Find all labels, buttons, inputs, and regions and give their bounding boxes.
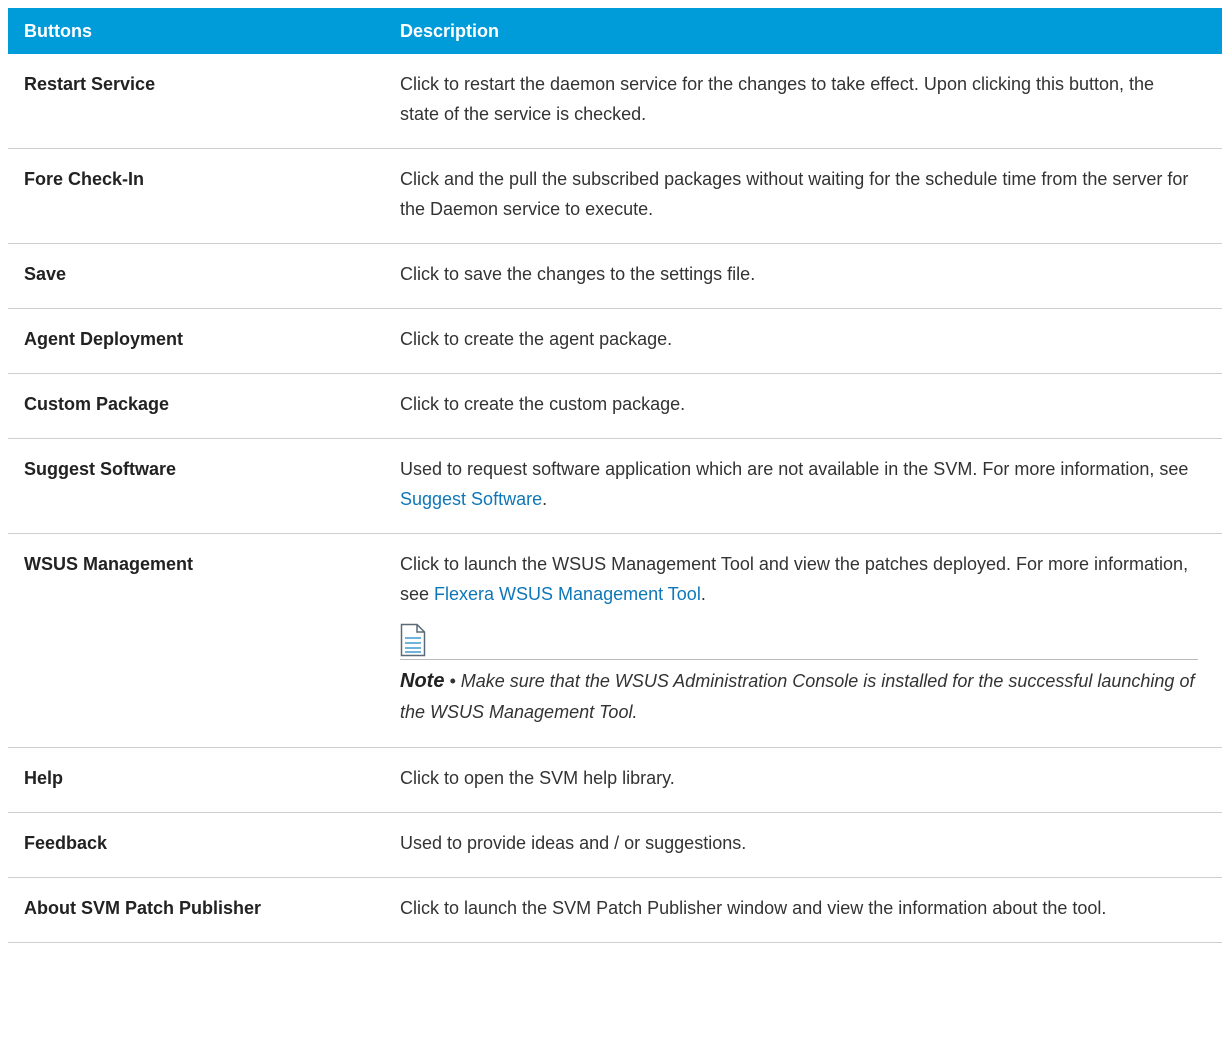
button-name-wsus-management: WSUS Management	[8, 533, 388, 748]
description-custom-package: Click to create the custom package.	[388, 373, 1222, 439]
description-feedback: Used to provide ideas and / or suggestio…	[388, 812, 1222, 878]
button-name-suggest-software: Suggest Software	[8, 438, 388, 534]
table-row: WSUS Management Click to launch the WSUS…	[8, 533, 1222, 748]
note-label: Note	[400, 670, 445, 692]
description-agent-deployment: Click to create the agent package.	[388, 308, 1222, 374]
description-suggest-software: Used to request software application whi…	[388, 438, 1222, 534]
table-header-row: Buttons Description	[8, 8, 1222, 54]
button-name-feedback: Feedback	[8, 812, 388, 878]
description-restart-service: Click to restart the daemon service for …	[388, 54, 1222, 149]
button-name-about-svm-patch-publisher: About SVM Patch Publisher	[8, 877, 388, 943]
description-text: Used to request software application whi…	[400, 459, 1189, 479]
header-buttons: Buttons	[8, 8, 388, 54]
table-row: Restart Service Click to restart the dae…	[8, 54, 1222, 149]
description-wsus-management: Click to launch the WSUS Management Tool…	[388, 533, 1222, 748]
note-body: Make sure that the WSUS Administration C…	[400, 671, 1195, 722]
button-name-custom-package: Custom Package	[8, 373, 388, 439]
button-name-help: Help	[8, 747, 388, 813]
flexera-wsus-management-tool-link[interactable]: Flexera WSUS Management Tool	[434, 584, 701, 604]
table-row: About SVM Patch Publisher Click to launc…	[8, 877, 1222, 943]
table-row: Custom Package Click to create the custo…	[8, 373, 1222, 439]
description-text-end: .	[542, 489, 548, 509]
header-description: Description	[388, 8, 1222, 54]
note-separator: •	[444, 671, 461, 691]
description-paragraph: Click to launch the WSUS Management Tool…	[400, 549, 1198, 609]
button-name-agent-deployment: Agent Deployment	[8, 308, 388, 374]
table-row: Feedback Used to provide ideas and / or …	[8, 812, 1222, 878]
description-text-end: .	[700, 584, 706, 604]
table-row: Save Click to save the changes to the se…	[8, 243, 1222, 309]
button-name-fore-check-in: Fore Check-In	[8, 148, 388, 244]
table-row: Help Click to open the SVM help library.	[8, 747, 1222, 813]
table-row: Agent Deployment Click to create the age…	[8, 308, 1222, 374]
table-row: Suggest Software Used to request softwar…	[8, 438, 1222, 534]
table-row: Fore Check-In Click and the pull the sub…	[8, 148, 1222, 244]
note-text: Note • Make sure that the WSUS Administr…	[400, 666, 1198, 728]
description-fore-check-in: Click and the pull the subscribed packag…	[388, 148, 1222, 244]
buttons-description-table: Buttons Description Restart Service Clic…	[8, 8, 1222, 943]
button-name-restart-service: Restart Service	[8, 54, 388, 149]
note-document-icon	[400, 623, 426, 657]
description-save: Click to save the changes to the setting…	[388, 243, 1222, 309]
note-block: Note • Make sure that the WSUS Administr…	[400, 623, 1198, 728]
button-name-save: Save	[8, 243, 388, 309]
description-help: Click to open the SVM help library.	[388, 747, 1222, 813]
note-divider	[400, 659, 1198, 660]
suggest-software-link[interactable]: Suggest Software	[400, 489, 542, 509]
description-about-svm-patch-publisher: Click to launch the SVM Patch Publisher …	[388, 877, 1222, 943]
